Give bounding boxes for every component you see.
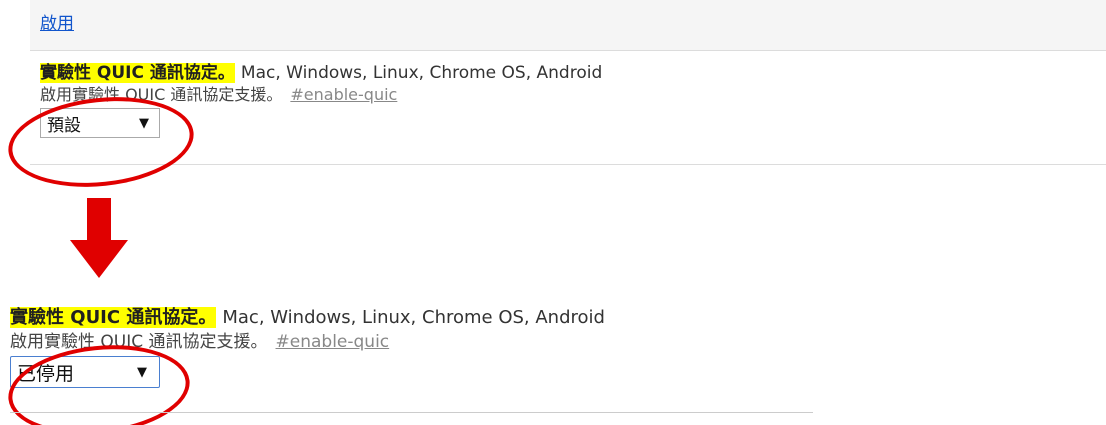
flag-title-line: 實驗性 QUIC 通訊協定。 Mac, Windows, Linux, Chrom…	[10, 306, 605, 330]
flag-description: 啟用實驗性 QUIC 通訊協定支援。	[10, 332, 268, 352]
arrow-down-icon	[70, 198, 128, 278]
flag-anchor-link[interactable]: #enable-quic	[276, 332, 390, 352]
flag-description-line: 啟用實驗性 QUIC 通訊協定支援。 #enable-quic	[10, 330, 605, 354]
flag-platforms: Mac, Windows, Linux, Chrome OS, Android	[240, 63, 603, 83]
flag-title-line: 實驗性 QUIC 通訊協定。 Mac, Windows, Linux, Chrom…	[40, 62, 602, 84]
flag-state-value: 已停用	[17, 362, 75, 385]
flag-description-line: 啟用實驗性 QUIC 通訊協定支援。 #enable-quic	[40, 84, 602, 106]
flag-platforms: Mac, Windows, Linux, Chrome OS, Android	[222, 307, 605, 328]
flag-anchor-link[interactable]: #enable-quic	[290, 85, 397, 104]
flag-state-select[interactable]: 已停用 ▼	[10, 356, 160, 388]
flag-state-value: 預設	[47, 115, 81, 136]
divider	[30, 164, 1106, 165]
flag-entry-after: 實驗性 QUIC 通訊協定。 Mac, Windows, Linux, Chrom…	[10, 306, 605, 388]
dropdown-arrow-icon: ▼	[139, 115, 149, 131]
flag-entry-before: 實驗性 QUIC 通訊協定。 Mac, Windows, Linux, Chrom…	[40, 62, 602, 138]
previous-flag-strip: 啟用	[30, 0, 1106, 51]
flag-name: 實驗性 QUIC 通訊協定。	[10, 307, 217, 328]
divider	[10, 412, 813, 413]
flag-description: 啟用實驗性 QUIC 通訊協定支援。	[40, 85, 283, 104]
enable-link[interactable]: 啟用	[40, 9, 74, 34]
flag-state-select[interactable]: 預設 ▼	[40, 108, 160, 138]
flag-name: 實驗性 QUIC 通訊協定。	[40, 63, 235, 83]
page: 啟用 實驗性 QUIC 通訊協定。 Mac, Windows, Linux, Ch…	[0, 0, 1106, 425]
dropdown-arrow-icon: ▼	[137, 364, 147, 380]
